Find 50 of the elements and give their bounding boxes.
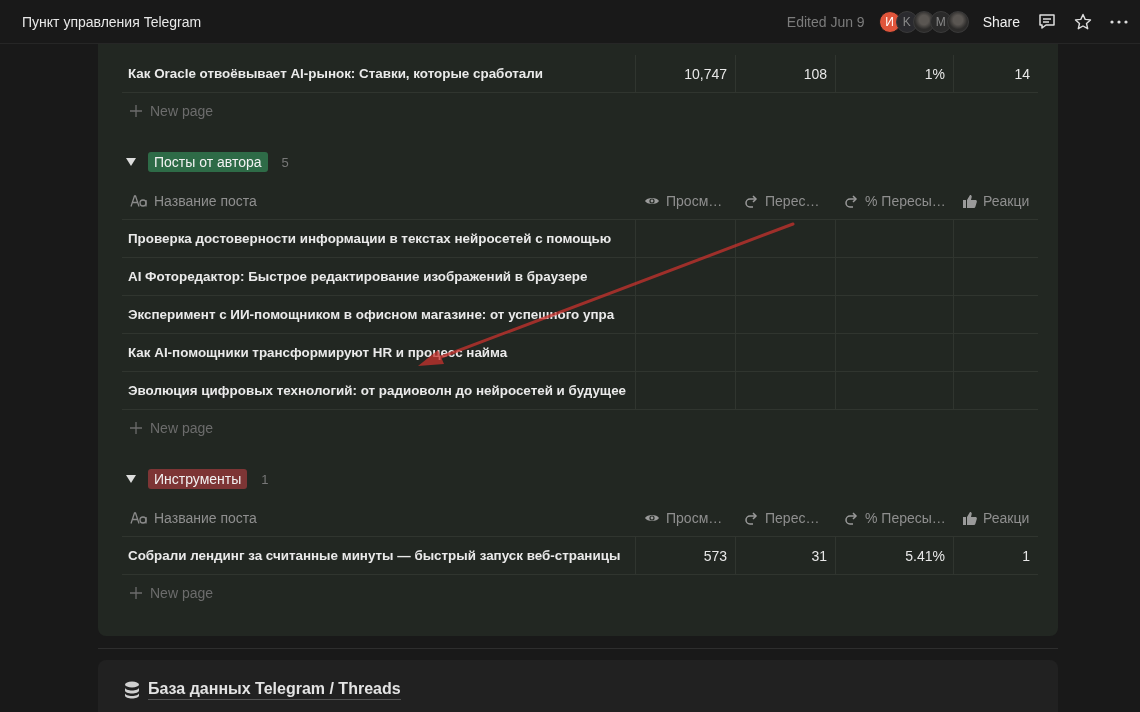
group-tag: Посты от автора	[148, 152, 268, 172]
post-title[interactable]: Собрали лендинг за считанные минуты — быстрый запуск веб-страницы	[122, 537, 636, 574]
column-header[interactable]: Перес…	[736, 183, 836, 219]
page-title: Пункт управления Telegram	[22, 13, 203, 30]
thumbs-up-icon	[962, 511, 977, 525]
share-button[interactable]: Share	[982, 13, 1020, 30]
column-header[interactable]: Просм…	[636, 183, 736, 219]
column-header[interactable]: % Пересы…	[836, 500, 954, 536]
table-cell: 1%	[836, 55, 954, 92]
column-header[interactable]: Название поста	[122, 183, 636, 219]
column-header[interactable]: % Пересы…	[836, 183, 954, 219]
column-header[interactable]: Реакци	[954, 183, 1038, 219]
forward-icon	[744, 511, 759, 525]
forward-icon	[844, 194, 859, 208]
table-cell-text: 14	[1013, 64, 1031, 84]
eye-icon	[644, 195, 660, 207]
caret-icon[interactable]	[126, 474, 136, 484]
column-header[interactable]: Перес…	[736, 500, 836, 536]
thumbs-up-icon	[962, 194, 977, 208]
group-tag: Инструменты	[148, 469, 248, 489]
text-type-icon	[130, 512, 148, 524]
database-title[interactable]: База данных Telegram / Threads	[148, 680, 401, 700]
table-cell-text: 1	[1021, 546, 1031, 566]
table-cell: 5.41%	[836, 537, 954, 574]
post-title[interactable]: Эволюция цифровых технологий: от радиоволн до нейросетей и будущее	[122, 372, 636, 409]
text-type-icon	[130, 195, 148, 207]
eye-icon	[644, 512, 660, 524]
table-cell: 10,747	[636, 55, 736, 92]
caret-icon[interactable]	[126, 157, 136, 167]
table-cell: 108	[736, 55, 836, 92]
table-cell: 573	[636, 537, 736, 574]
forward-icon	[744, 194, 759, 208]
plus-icon	[130, 105, 142, 117]
new-page-button[interactable]: New page	[122, 410, 220, 446]
column-header[interactable]: Просм…	[636, 500, 736, 536]
new-page-button[interactable]: New page	[122, 93, 220, 129]
group-count: 5	[281, 154, 289, 170]
plus-icon	[130, 587, 142, 599]
post-title[interactable]: Проверка достоверности информации в текстах нейросетей с помощью	[122, 220, 636, 257]
post-title[interactable]: Как Oracle отвоёвывает AI-рынок: Ставки, которые сработали	[122, 55, 636, 92]
forward-icon	[844, 511, 859, 525]
table-cell: 31	[736, 537, 836, 574]
column-header[interactable]: Название поста	[122, 500, 636, 536]
group-count: 1	[261, 471, 269, 487]
column-header[interactable]: Реакци	[954, 500, 1038, 536]
plus-icon	[130, 422, 142, 434]
edited-date: Edited Jun 9	[786, 13, 865, 30]
post-title[interactable]: AI Фоторедактор: Быстрое редактирование изображений в браузере	[122, 258, 636, 295]
database-icon	[124, 681, 140, 699]
new-page-button[interactable]: New page	[122, 575, 220, 611]
